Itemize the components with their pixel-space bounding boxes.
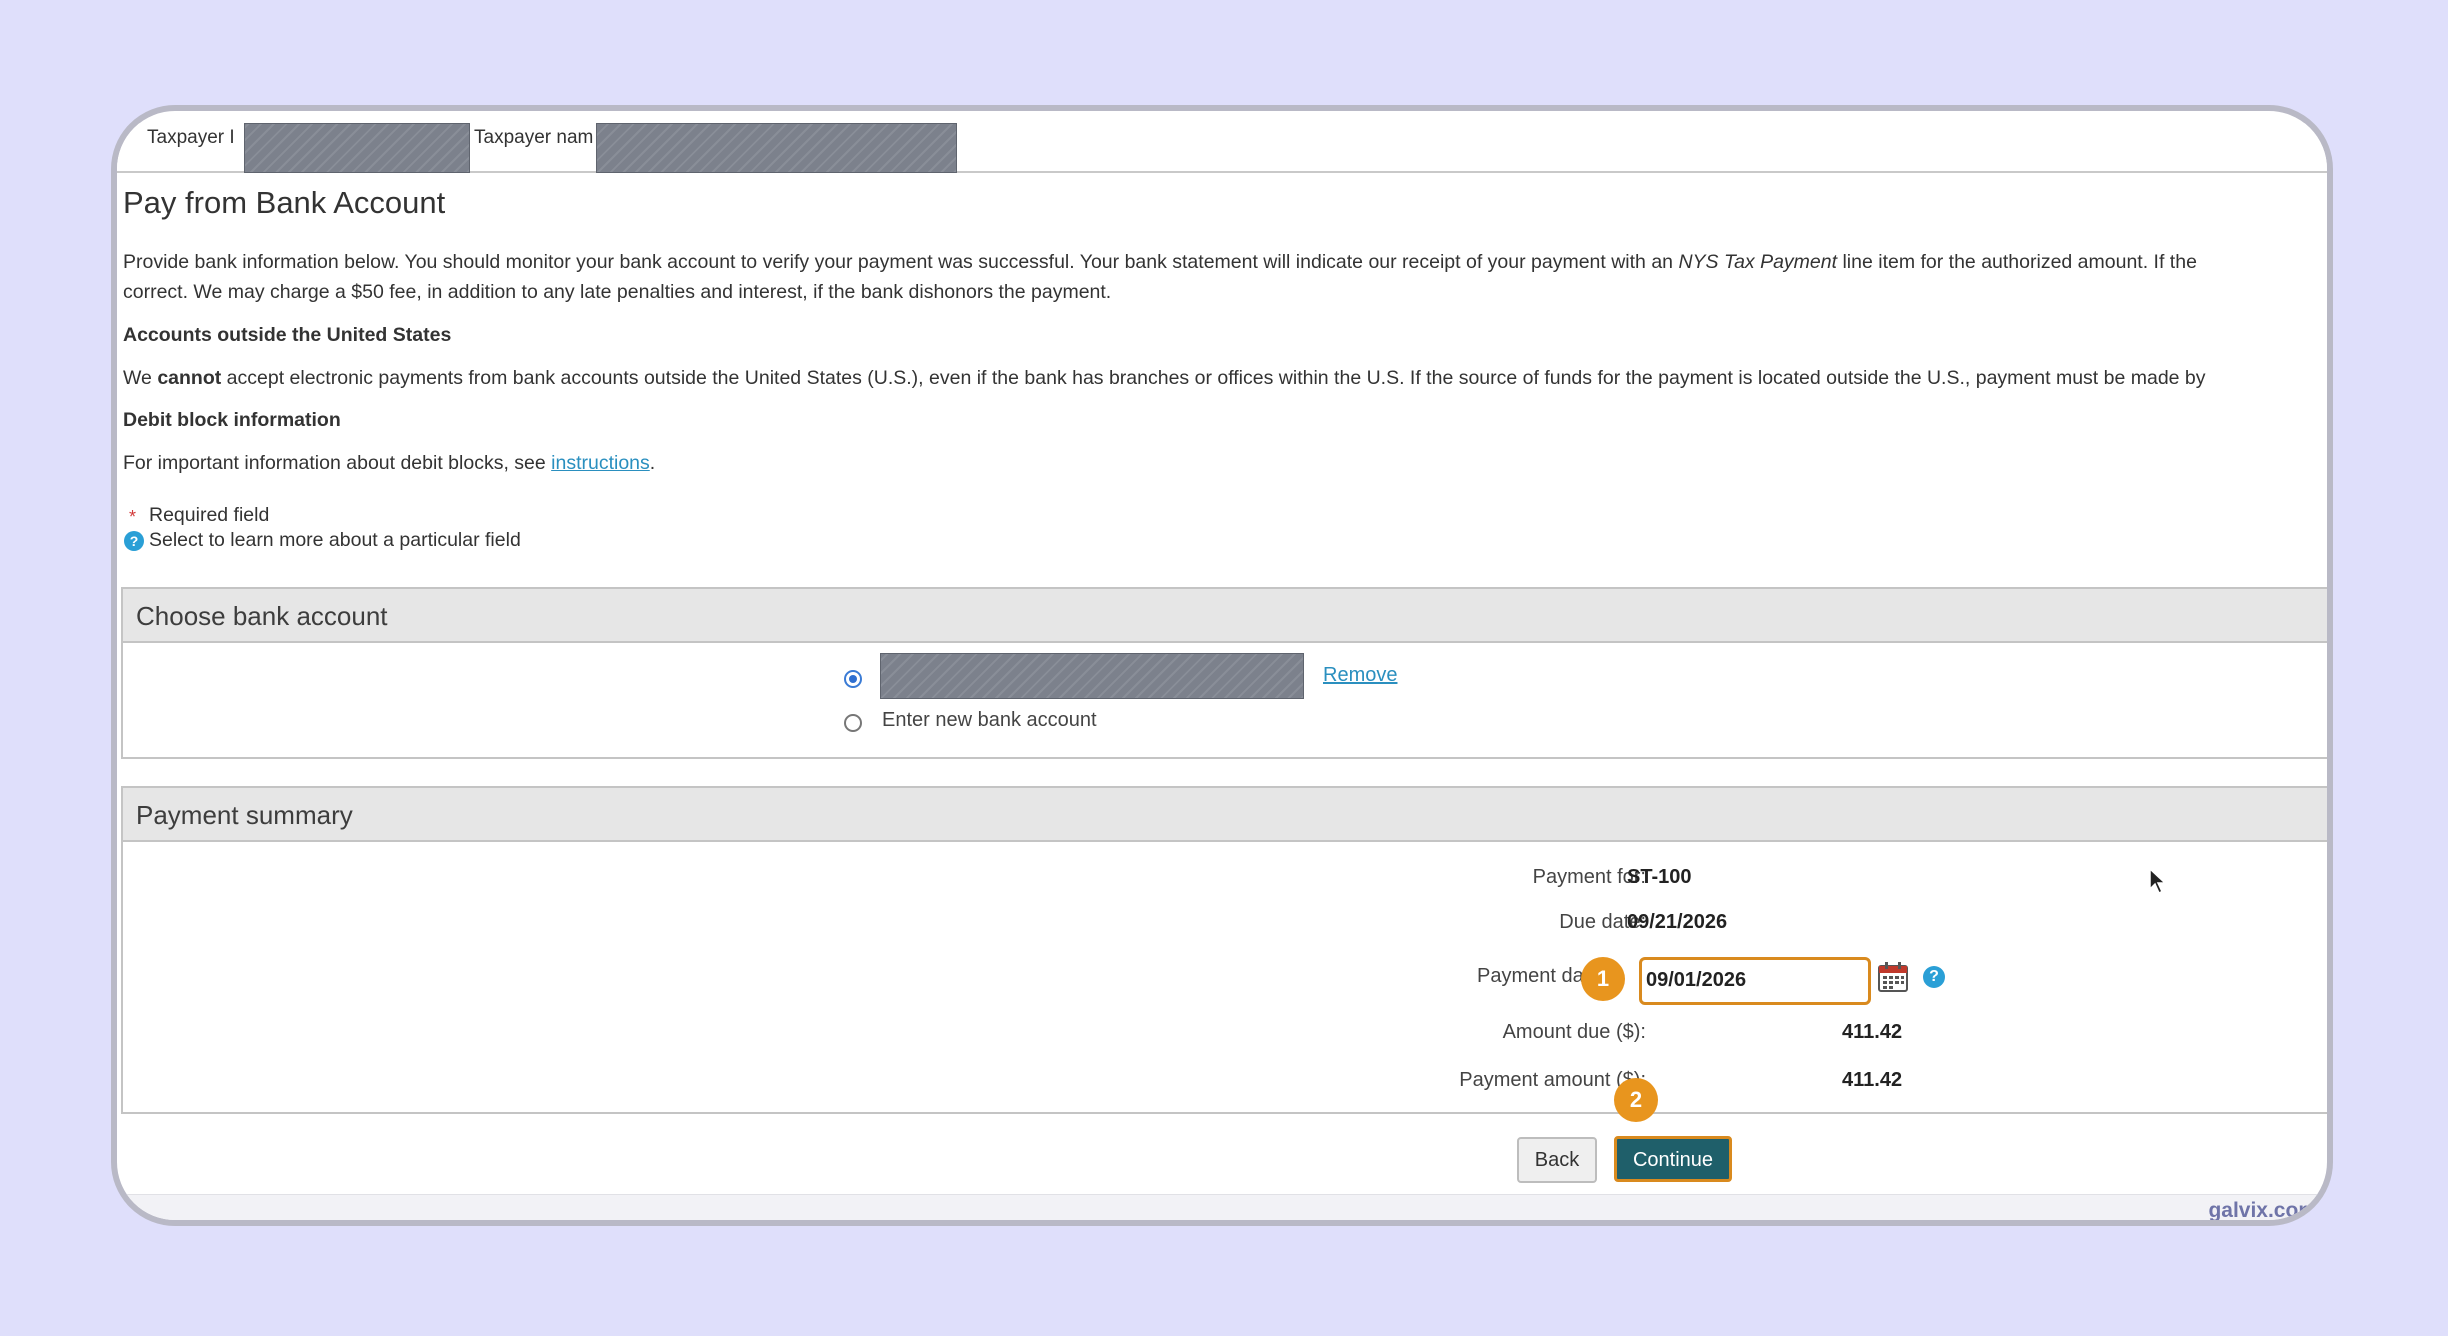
back-button[interactable]: Back	[1517, 1137, 1597, 1183]
app-window: Taxpayer I Taxpayer nam Pay from Bank Ac…	[111, 105, 2333, 1226]
new-account-radio[interactable]	[844, 714, 862, 732]
continue-button[interactable]: Continue	[1614, 1136, 1732, 1182]
redacted-taxpayer-name	[596, 123, 957, 173]
accounts-paragraph: We cannot accept electronic payments fro…	[123, 363, 2206, 393]
accounts-cannot: cannot	[157, 367, 222, 389]
intro-italic: NYS Tax Payment	[1678, 251, 1838, 273]
payment-amount-value: 411.42	[1842, 1069, 1903, 1091]
intro-paragraph-line2: correct. We may charge a $50 fee, in add…	[123, 281, 1112, 303]
accounts-heading: Accounts outside the United States	[123, 324, 452, 346]
payment-for-value: ST-100	[1627, 866, 1692, 888]
intro-paragraph-line1: Provide bank information below. You shou…	[123, 247, 2197, 277]
payment-date-input[interactable]: 09/01/2026	[1639, 957, 1871, 1005]
section-title: Payment summary	[123, 788, 2327, 842]
amount-due-value: 411.42	[1842, 1021, 1903, 1043]
payment-amount-label: Payment amount ($):	[1459, 1069, 1646, 1091]
due-date-label: Due date:	[1559, 911, 1646, 933]
intro-text-end: line item for the authorized amount. If …	[1837, 251, 2197, 273]
footer-bar	[117, 1194, 2327, 1220]
step-1-badge: 1	[1581, 957, 1625, 1001]
section-title: Choose bank account	[123, 589, 2327, 643]
saved-account-radio[interactable]	[844, 670, 862, 688]
required-star: *	[129, 507, 137, 527]
accounts-we: We	[123, 367, 158, 389]
payment-summary-section: Payment summary	[121, 786, 2327, 1114]
payment-for-label: Payment for:	[1532, 866, 1646, 888]
step-2-badge: 2	[1614, 1078, 1658, 1122]
redacted-taxpayer-id	[244, 123, 470, 173]
payment-date-help-icon[interactable]: ?	[1923, 966, 1945, 988]
intro-text: Provide bank information below. You shou…	[123, 251, 1679, 273]
accounts-text: accept electronic payments from bank acc…	[221, 367, 2206, 389]
debit-period: .	[649, 452, 656, 474]
page-title: Pay from Bank Account	[123, 185, 446, 220]
calendar-icon[interactable]	[1877, 961, 1909, 993]
due-date-value: 09/21/2026	[1627, 911, 1728, 933]
redacted-bank-account	[880, 653, 1304, 699]
debit-text: For important information about debit bl…	[123, 452, 552, 474]
help-legend-text: Select to learn more about a particular …	[149, 529, 521, 551]
mouse-cursor-icon	[2148, 867, 2168, 895]
amount-due-label: Amount due ($):	[1502, 1021, 1646, 1043]
taxpayer-name-label: Taxpayer nam	[474, 127, 594, 148]
debit-heading: Debit block information	[123, 409, 341, 431]
payment-date-label: Payment da	[1477, 965, 1584, 987]
taxpayer-id-label: Taxpayer I	[147, 127, 235, 148]
brand-watermark: galvix.com	[2208, 1199, 2317, 1222]
help-icon: ?	[124, 531, 144, 551]
new-account-label[interactable]: Enter new bank account	[882, 709, 1097, 732]
debit-paragraph: For important information about debit bl…	[123, 448, 655, 478]
instructions-link[interactable]: instructions	[551, 452, 650, 474]
remove-link[interactable]: Remove	[1323, 664, 1397, 687]
